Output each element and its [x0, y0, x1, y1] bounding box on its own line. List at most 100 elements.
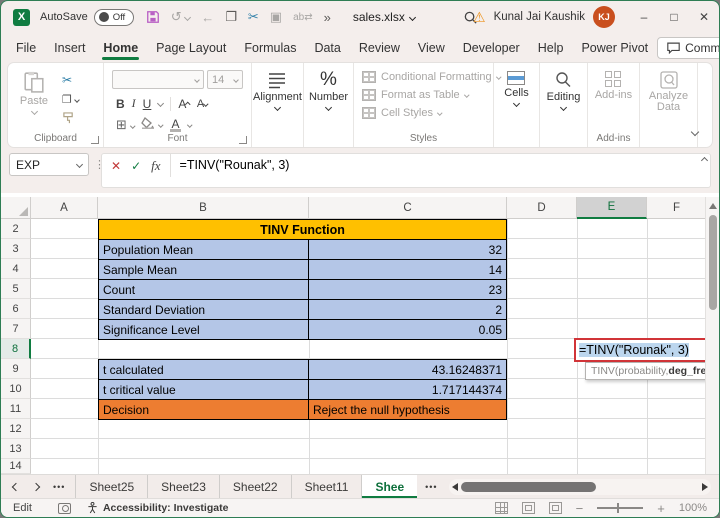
column-header-f[interactable]: F	[647, 197, 707, 219]
format-painter-button[interactable]	[62, 112, 75, 124]
number-button[interactable]: % Number	[309, 63, 348, 110]
formula-input[interactable]: =TINV("Rounak", 3)	[171, 154, 290, 187]
cell-value[interactable]: 32	[309, 240, 507, 260]
zoom-slider[interactable]	[597, 507, 643, 509]
close-button[interactable]: ✕	[689, 1, 719, 33]
comments-button[interactable]: Comments	[657, 37, 720, 59]
zoom-slider-thumb[interactable]	[617, 503, 619, 513]
cell-value[interactable]: 23	[309, 280, 507, 300]
qat-overflow-icon[interactable]: »	[324, 10, 331, 25]
alignment-button[interactable]: Alignment	[253, 63, 302, 110]
row-header-12[interactable]: 12	[1, 419, 31, 439]
analyze-data-button[interactable]: Analyze Data	[640, 63, 697, 113]
cell-value[interactable]: 14	[309, 260, 507, 280]
underline-button[interactable]: U	[143, 97, 152, 111]
paste-picture-icon[interactable]: ▣	[270, 9, 282, 25]
italic-button[interactable]: I	[132, 96, 136, 111]
conditional-formatting-button[interactable]: Conditional Formatting	[362, 71, 500, 83]
prev-sheet-icon[interactable]	[12, 482, 20, 490]
row-header-2[interactable]: 2	[1, 219, 31, 239]
zoom-in-button[interactable]: +	[657, 501, 665, 516]
sheet-list-icon[interactable]: •••	[53, 482, 65, 492]
row-header-3[interactable]: 3	[1, 239, 31, 259]
cell-label[interactable]: Count	[99, 280, 309, 300]
cell-value[interactable]: 43.16248371	[309, 360, 507, 380]
avatar[interactable]: KJ	[593, 6, 615, 28]
excel-logo-icon[interactable]: X	[13, 9, 30, 26]
tab-view[interactable]: View	[409, 35, 454, 61]
vertical-scroll-thumb[interactable]	[709, 215, 717, 310]
user-name[interactable]: Kunal Jai Kaushik	[494, 11, 585, 23]
cell-value[interactable]: 1.717144374	[309, 380, 507, 400]
minimize-button[interactable]: –	[629, 1, 659, 33]
column-header-a[interactable]: A	[31, 197, 98, 219]
tab-developer[interactable]: Developer	[454, 35, 529, 61]
cell-label[interactable]: Sample Mean	[99, 260, 309, 280]
bold-button[interactable]: B	[116, 97, 125, 111]
name-box[interactable]: EXP	[9, 153, 89, 176]
column-header-c[interactable]: C	[309, 197, 507, 219]
row-header-8[interactable]: 8	[1, 339, 31, 359]
row-header-7[interactable]: 7	[1, 319, 31, 339]
font-size-combo[interactable]: 14	[207, 70, 243, 89]
next-sheet-icon[interactable]	[32, 482, 40, 490]
enter-entry-button[interactable]: ✓	[131, 159, 141, 173]
redo-icon[interactable]: ←	[201, 10, 214, 25]
grow-font-button[interactable]: A	[178, 97, 190, 111]
row-header-4[interactable]: 4	[1, 259, 31, 279]
font-color-button[interactable]: A	[170, 119, 181, 132]
tab-data[interactable]: Data	[305, 35, 349, 61]
sheet-tab-sheet22[interactable]: Sheet22	[220, 475, 292, 498]
cell-label[interactable]: Standard Deviation	[99, 300, 309, 320]
tab-insert[interactable]: Insert	[45, 35, 94, 61]
shrink-font-button[interactable]: A	[197, 98, 208, 110]
sheet-tab-sheet25[interactable]: Sheet25	[75, 475, 148, 498]
tab-review[interactable]: Review	[350, 35, 409, 61]
warning-icon[interactable]: ⚠	[473, 9, 486, 26]
scroll-up-icon[interactable]	[709, 203, 717, 209]
borders-button[interactable]: ⊞	[116, 117, 134, 133]
cell-decision-label[interactable]: Decision	[99, 400, 309, 420]
cell-value[interactable]: 2	[309, 300, 507, 320]
paste-button[interactable]: Paste	[14, 63, 54, 124]
save-icon[interactable]	[146, 10, 160, 24]
accessibility-status[interactable]: Accessibility: Investigate	[87, 502, 228, 514]
tab-help[interactable]: Help	[529, 35, 573, 61]
active-cell-formula-edit[interactable]: =TINV("Rounak", 3)	[574, 338, 710, 362]
cell-label[interactable]: t calculated	[99, 360, 309, 380]
editing-button[interactable]: Editing	[547, 63, 581, 110]
autosave-toggle[interactable]: Off	[94, 9, 134, 26]
fill-color-button[interactable]	[141, 116, 163, 134]
row-header-5[interactable]: 5	[1, 279, 31, 299]
cells-button[interactable]: Cells	[504, 63, 528, 106]
page-layout-view-icon[interactable]	[522, 502, 535, 514]
page-break-view-icon[interactable]	[549, 502, 562, 514]
tab-formulas[interactable]: Formulas	[235, 35, 305, 61]
maximize-button[interactable]: □	[659, 1, 689, 33]
cut-icon[interactable]: ✂	[248, 9, 259, 25]
row-header-10[interactable]: 10	[1, 379, 31, 399]
sheet-tab-sheet23[interactable]: Sheet23	[148, 475, 220, 498]
scroll-left-icon[interactable]	[452, 483, 458, 491]
cell-label[interactable]: Population Mean	[99, 240, 309, 260]
sheet-tab-sheet11[interactable]: Sheet11	[292, 475, 363, 498]
copy-icon[interactable]: ❐	[225, 9, 237, 25]
tab-power-pivot[interactable]: Power Pivot	[572, 35, 657, 61]
vertical-scrollbar[interactable]	[705, 197, 719, 474]
row-header-9[interactable]: 9	[1, 359, 31, 379]
column-header-b[interactable]: B	[98, 197, 309, 219]
tab-file[interactable]: File	[7, 35, 45, 61]
format-as-table-button[interactable]: Format as Table	[362, 89, 468, 101]
copy-button[interactable]: ❐	[62, 93, 79, 106]
cut-button[interactable]: ✂	[62, 73, 79, 87]
zoom-out-button[interactable]: −	[576, 501, 584, 516]
cell-decision-value[interactable]: Reject the null hypothesis	[309, 400, 507, 420]
row-header-11[interactable]: 11	[1, 399, 31, 419]
row-header-14[interactable]: 14	[1, 459, 31, 474]
cell-title-tinv-function[interactable]: TINV Function	[98, 219, 507, 240]
add-ins-button[interactable]: Add-ins	[595, 63, 632, 101]
tab-page-layout[interactable]: Page Layout	[147, 35, 235, 61]
macro-record-icon[interactable]	[58, 503, 71, 514]
find-replace-icon[interactable]: ab⇄	[293, 12, 313, 23]
column-header-d[interactable]: D	[507, 197, 577, 219]
